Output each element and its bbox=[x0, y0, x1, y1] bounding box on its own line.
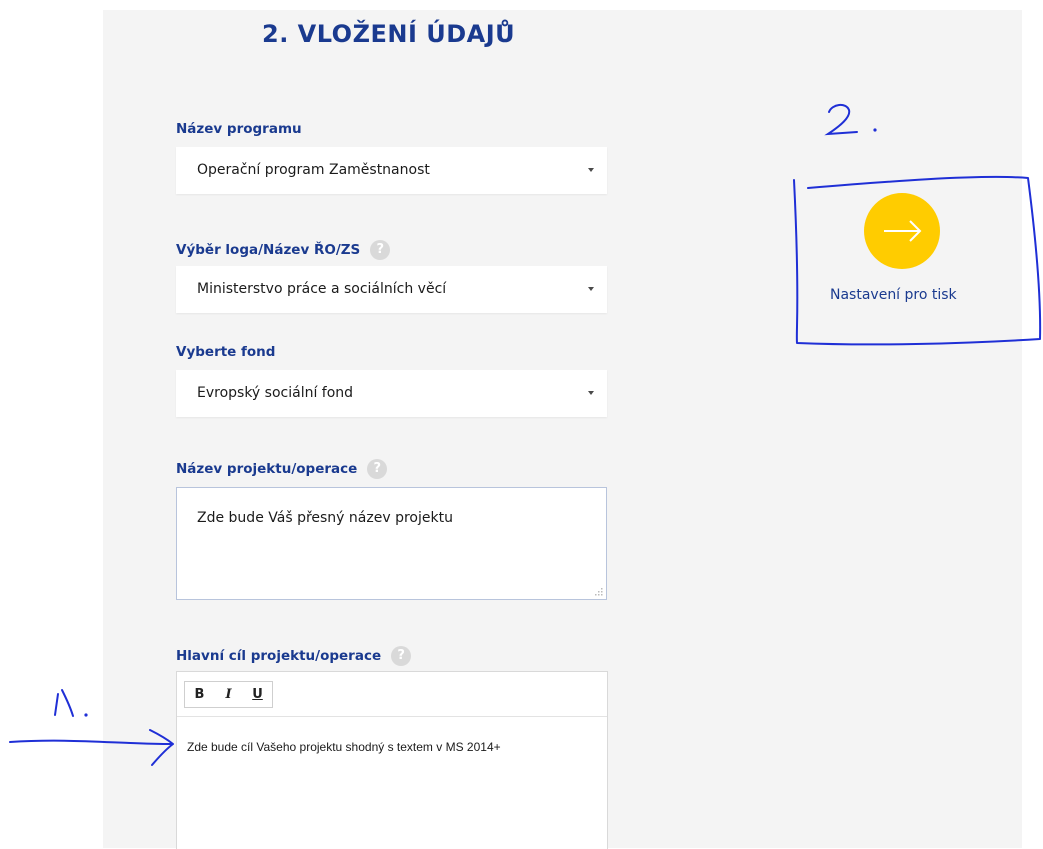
fund-select[interactable]: Evropský sociální fond bbox=[176, 370, 607, 417]
main-goal-label-text: Hlavní cíl projektu/operace bbox=[176, 648, 382, 664]
main-goal-label: Hlavní cíl projektu/operace? bbox=[176, 646, 412, 666]
fund-label-text: Vyberte fond bbox=[176, 344, 276, 360]
arrow-right-icon bbox=[884, 220, 922, 242]
fund-label: Vyberte fond bbox=[176, 344, 275, 360]
logo-label: Výběr loga/Název ŘO/ZS? bbox=[176, 240, 391, 260]
program-label-text: Název programu bbox=[176, 121, 302, 137]
project-name-textarea[interactable]: Zde bude Váš přesný název projektu bbox=[176, 487, 607, 600]
program-select[interactable]: Operační program Zaměstnanost bbox=[176, 147, 607, 194]
logo-select-value: Ministerstvo práce a sociálních věcí bbox=[197, 281, 447, 297]
chevron-down-icon bbox=[588, 391, 594, 395]
main-goal-editor[interactable]: B I U Zde bude cíl Vašeho projektu shodn… bbox=[176, 671, 608, 849]
chevron-down-icon bbox=[588, 287, 594, 291]
fund-select-value: Evropský sociální fond bbox=[197, 385, 354, 401]
help-icon[interactable]: ? bbox=[367, 459, 388, 479]
project-name-value: Zde bude Váš přesný název projektu bbox=[197, 510, 453, 526]
logo-select[interactable]: Ministerstvo práce a sociálních věcí bbox=[176, 266, 607, 313]
underline-button[interactable]: U bbox=[243, 682, 272, 707]
chevron-down-icon bbox=[588, 168, 594, 172]
program-select-value: Operační program Zaměstnanost bbox=[197, 162, 430, 178]
project-name-label: Název projektu/operace? bbox=[176, 459, 388, 479]
program-label: Název programu bbox=[176, 121, 302, 137]
italic-button[interactable]: I bbox=[214, 682, 243, 707]
project-name-label-text: Název projektu/operace bbox=[176, 461, 358, 477]
main-goal-value[interactable]: Zde bude cíl Vašeho projektu shodný s te… bbox=[187, 740, 501, 754]
resize-grip-icon[interactable] bbox=[593, 586, 603, 596]
help-icon[interactable]: ? bbox=[391, 646, 412, 666]
page-title: 2. VLOŽENÍ ÚDAJŮ bbox=[262, 20, 516, 48]
next-step-label[interactable]: Nastavení pro tisk bbox=[830, 287, 957, 303]
bold-button[interactable]: B bbox=[185, 682, 214, 707]
next-step-button[interactable] bbox=[864, 193, 940, 269]
format-button-group: B I U bbox=[184, 681, 273, 708]
annotation-mark-1-digit bbox=[54, 689, 74, 717]
editor-toolbar: B I U bbox=[177, 672, 607, 717]
logo-label-text: Výběr loga/Název ŘO/ZS bbox=[176, 242, 361, 258]
annotation-mark-1-dot bbox=[84, 713, 88, 717]
help-icon[interactable]: ? bbox=[370, 240, 391, 260]
